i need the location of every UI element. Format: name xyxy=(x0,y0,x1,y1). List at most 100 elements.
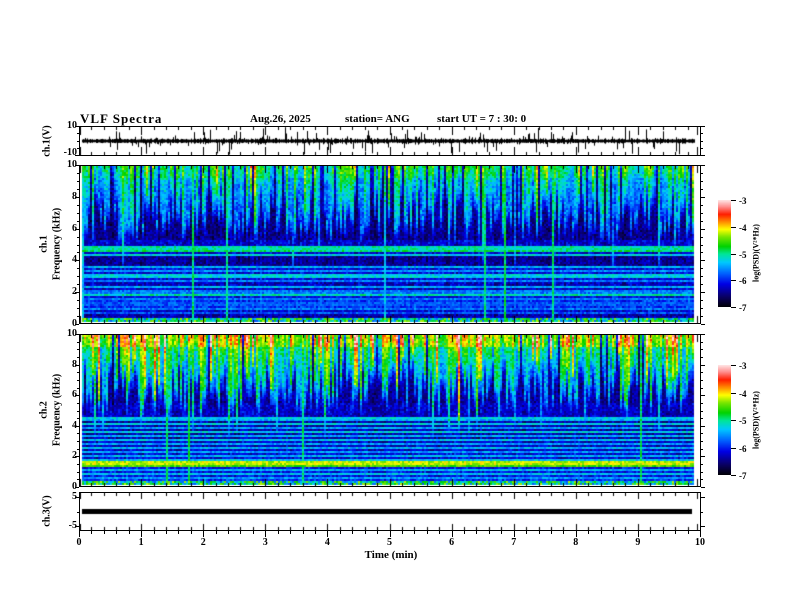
colorbar-tick-label: -5 xyxy=(739,250,747,260)
colorbar-tick-label: -4 xyxy=(739,389,747,399)
y-axis-tick xyxy=(77,308,79,309)
y-axis-tick xyxy=(701,276,703,277)
x-axis-tick xyxy=(613,531,614,534)
y-axis-tick xyxy=(77,411,79,412)
y-axis-tick xyxy=(77,268,79,269)
x-axis-tick xyxy=(154,531,155,534)
date-text: Aug.26, 2025 xyxy=(250,113,311,125)
x-axis-tick xyxy=(601,531,602,534)
colorbar-tick xyxy=(731,448,736,449)
y-axis-tick xyxy=(701,395,705,396)
x-axis-tick xyxy=(563,531,564,534)
ch1-spec-ytick: 10 xyxy=(67,159,77,170)
x-axis-tick xyxy=(253,531,254,534)
y-axis-tick xyxy=(77,479,79,480)
colorbar-tick xyxy=(731,307,736,308)
y-axis-tick xyxy=(77,349,79,350)
start-ut-text: start UT = 7 : 30: 0 xyxy=(437,113,527,125)
x-axis-tick xyxy=(464,531,465,534)
y-axis-tick xyxy=(701,380,703,381)
x-axis-tick xyxy=(476,531,477,534)
x-tick-label: 3 xyxy=(262,537,268,548)
colorbar-tick xyxy=(731,200,736,201)
x-tick-label: 1 xyxy=(138,537,144,548)
colorbar2-psd-label: log(PSD)(V²*Hz) xyxy=(751,391,761,449)
y-axis-tick xyxy=(77,316,79,317)
y-axis-tick xyxy=(701,237,703,238)
y-axis-tick xyxy=(701,181,703,182)
x-axis-tick xyxy=(191,531,192,534)
y-axis-tick xyxy=(77,380,79,381)
x-axis-tick xyxy=(588,531,589,534)
ch1-spec-ytick: 4 xyxy=(72,254,77,266)
y-axis-tick xyxy=(701,433,703,434)
y-axis-tick xyxy=(701,197,705,198)
page-title: VLF Spectra xyxy=(80,111,163,126)
x-tick-label: 5 xyxy=(387,537,392,548)
y-axis-tick xyxy=(701,292,705,293)
y-axis-tick xyxy=(701,526,705,527)
y-axis-tick xyxy=(701,497,705,498)
x-axis-tick xyxy=(365,531,366,534)
ch3-ytick-5: 5 xyxy=(72,491,77,502)
x-axis-tick xyxy=(278,531,279,534)
y-axis-tick xyxy=(77,205,79,206)
y-axis-tick xyxy=(701,165,705,166)
x-tick-label: 0 xyxy=(76,537,82,548)
y-axis-tick xyxy=(77,237,79,238)
y-axis-tick xyxy=(701,268,703,269)
colorbar-tick xyxy=(731,393,736,394)
y-axis-tick xyxy=(701,372,703,373)
ch1-spectrogram-canvas xyxy=(80,166,700,323)
ch1-spec-ytick: 8 xyxy=(72,190,77,202)
y-axis-tick xyxy=(701,229,705,230)
colorbar-tick xyxy=(731,280,736,281)
y-axis-tick xyxy=(701,365,705,366)
x-axis-tick xyxy=(377,531,378,534)
x-axis-tick xyxy=(240,531,241,534)
y-axis-tick xyxy=(701,357,703,358)
y-axis-tick xyxy=(77,388,79,389)
ch1-waveform-canvas xyxy=(80,127,700,155)
x-axis-tick xyxy=(166,531,167,534)
y-axis-tick xyxy=(77,357,79,358)
y-axis-tick xyxy=(701,349,703,350)
ch1-spec-ytick: 2 xyxy=(72,286,77,298)
ch2-frequency-axis-label: Frequency (kHz) xyxy=(51,373,63,447)
y-axis-tick xyxy=(77,449,79,450)
y-axis-tick xyxy=(701,464,703,465)
y-axis-tick xyxy=(701,342,703,343)
x-axis-tick xyxy=(352,531,353,534)
y-axis-tick xyxy=(701,316,703,317)
ch1-spec-ytick: 6 xyxy=(72,222,77,234)
x-axis-tick xyxy=(551,531,552,534)
y-axis-tick xyxy=(701,411,703,412)
y-axis-tick xyxy=(77,133,79,134)
x-axis-tick xyxy=(650,531,651,534)
colorbar-tick-label: -7 xyxy=(739,303,747,313)
y-axis-tick xyxy=(77,221,79,222)
time-axis-label: Time (min) xyxy=(364,549,418,561)
vlf-spectra-plot: VLF Spectra Aug.26, 2025 station= ANG st… xyxy=(0,0,792,612)
ch2-spec-ytick: 8 xyxy=(72,358,77,370)
colorbar-ch1 xyxy=(718,200,731,307)
y-axis-tick xyxy=(77,141,79,142)
colorbar-tick-label: -3 xyxy=(739,361,747,371)
colorbar-tick-label: -3 xyxy=(739,196,747,206)
x-tick-label: 6 xyxy=(449,537,455,548)
ch2-channel-label: ch.2 xyxy=(38,401,50,419)
colorbar1-psd-label: log(PSD)(V²*Hz) xyxy=(751,224,761,282)
y-axis-tick xyxy=(77,403,79,404)
y-axis-tick xyxy=(701,449,703,450)
y-axis-tick xyxy=(77,148,79,149)
y-axis-tick xyxy=(701,418,703,419)
y-axis-tick xyxy=(77,173,79,174)
x-axis-tick xyxy=(688,531,689,534)
y-axis-tick xyxy=(701,155,705,156)
ch2-spec-ytick: 10 xyxy=(67,328,77,339)
x-axis-tick xyxy=(402,531,403,534)
x-tick-label: 10 xyxy=(695,537,705,548)
x-axis-tick xyxy=(414,531,415,534)
x-axis-tick xyxy=(91,531,92,534)
y-axis-tick xyxy=(77,300,79,301)
